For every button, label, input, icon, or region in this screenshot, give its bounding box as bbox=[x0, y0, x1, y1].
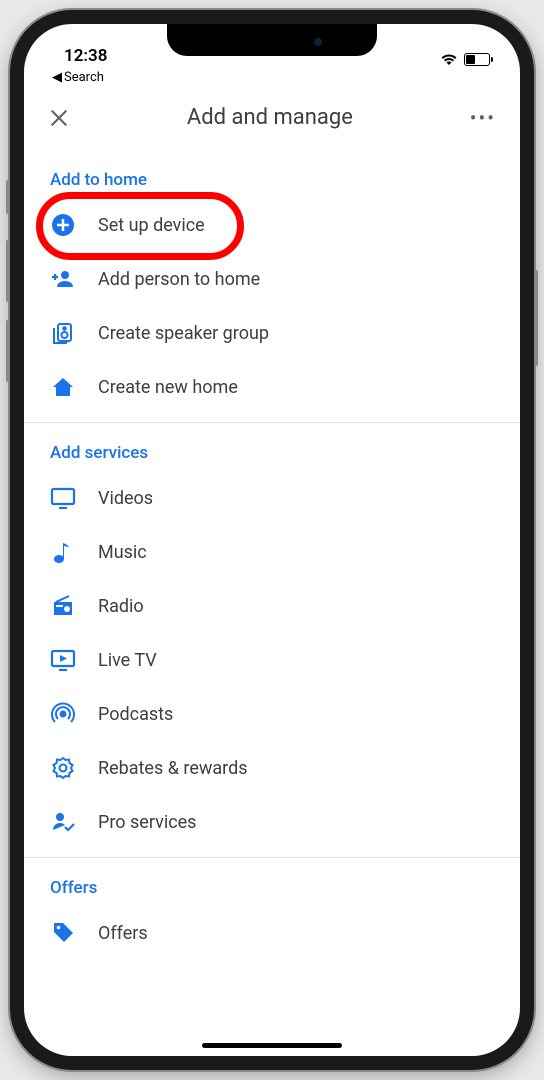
notch bbox=[167, 24, 377, 56]
close-icon[interactable] bbox=[48, 107, 70, 129]
page-title: Add and manage bbox=[70, 105, 470, 130]
item-videos[interactable]: Videos bbox=[24, 471, 520, 525]
offers-tag-icon bbox=[50, 920, 76, 946]
videos-icon bbox=[50, 485, 76, 511]
section-title-add-to-home: Add to home bbox=[24, 150, 520, 198]
item-add-person[interactable]: Add person to home bbox=[24, 252, 520, 306]
back-caret-icon: ◀ bbox=[52, 70, 62, 85]
item-podcasts[interactable]: Podcasts bbox=[24, 687, 520, 741]
speaker-group-icon bbox=[50, 320, 76, 346]
item-live-tv[interactable]: Live TV bbox=[24, 633, 520, 687]
home-indicator[interactable] bbox=[202, 1043, 342, 1048]
list-item-label: Set up device bbox=[98, 215, 205, 236]
item-set-up-device[interactable]: Set up device bbox=[24, 198, 520, 252]
home-icon bbox=[50, 374, 76, 400]
item-pro-services[interactable]: Pro services bbox=[24, 795, 520, 849]
list-item-label: Offers bbox=[98, 923, 148, 944]
back-label: Search bbox=[64, 70, 104, 85]
item-create-speaker-group[interactable]: Create speaker group bbox=[24, 306, 520, 360]
phone-frame: 12:38 ◀ Search Add and manage ••• Add to… bbox=[10, 10, 534, 1070]
list-item-label: Live TV bbox=[98, 650, 157, 671]
plus-circle-icon bbox=[50, 212, 76, 238]
rebates-icon bbox=[50, 755, 76, 781]
item-music[interactable]: Music bbox=[24, 525, 520, 579]
item-rebates-rewards[interactable]: Rebates & rewards bbox=[24, 741, 520, 795]
list-item-label: Pro services bbox=[98, 812, 196, 833]
list-item-label: Add person to home bbox=[98, 269, 260, 290]
list-item-label: Music bbox=[98, 542, 147, 563]
more-icon[interactable]: ••• bbox=[470, 106, 496, 130]
section-title-offers: Offers bbox=[24, 858, 520, 906]
list-item-label: Create new home bbox=[98, 377, 238, 398]
section-title-add-services: Add services bbox=[24, 423, 520, 471]
list-item-label: Videos bbox=[98, 488, 153, 509]
list-item-label: Podcasts bbox=[98, 704, 173, 725]
back-to-search[interactable]: ◀ Search bbox=[24, 68, 520, 91]
list-item-label: Create speaker group bbox=[98, 323, 269, 344]
screen-header: Add and manage ••• bbox=[24, 91, 520, 150]
music-icon bbox=[50, 539, 76, 565]
radio-icon bbox=[50, 593, 76, 619]
status-time: 12:38 bbox=[64, 46, 107, 66]
item-create-new-home[interactable]: Create new home bbox=[24, 360, 520, 414]
live-tv-icon bbox=[50, 647, 76, 673]
item-offers[interactable]: Offers bbox=[24, 906, 520, 960]
wifi-icon bbox=[440, 52, 458, 66]
pro-services-icon bbox=[50, 809, 76, 835]
phone-screen: 12:38 ◀ Search Add and manage ••• Add to… bbox=[24, 24, 520, 1056]
list-item-label: Rebates & rewards bbox=[98, 758, 248, 779]
add-person-icon bbox=[50, 266, 76, 292]
battery-icon bbox=[464, 53, 490, 66]
podcasts-icon bbox=[50, 701, 76, 727]
item-radio[interactable]: Radio bbox=[24, 579, 520, 633]
list-item-label: Radio bbox=[98, 596, 144, 617]
